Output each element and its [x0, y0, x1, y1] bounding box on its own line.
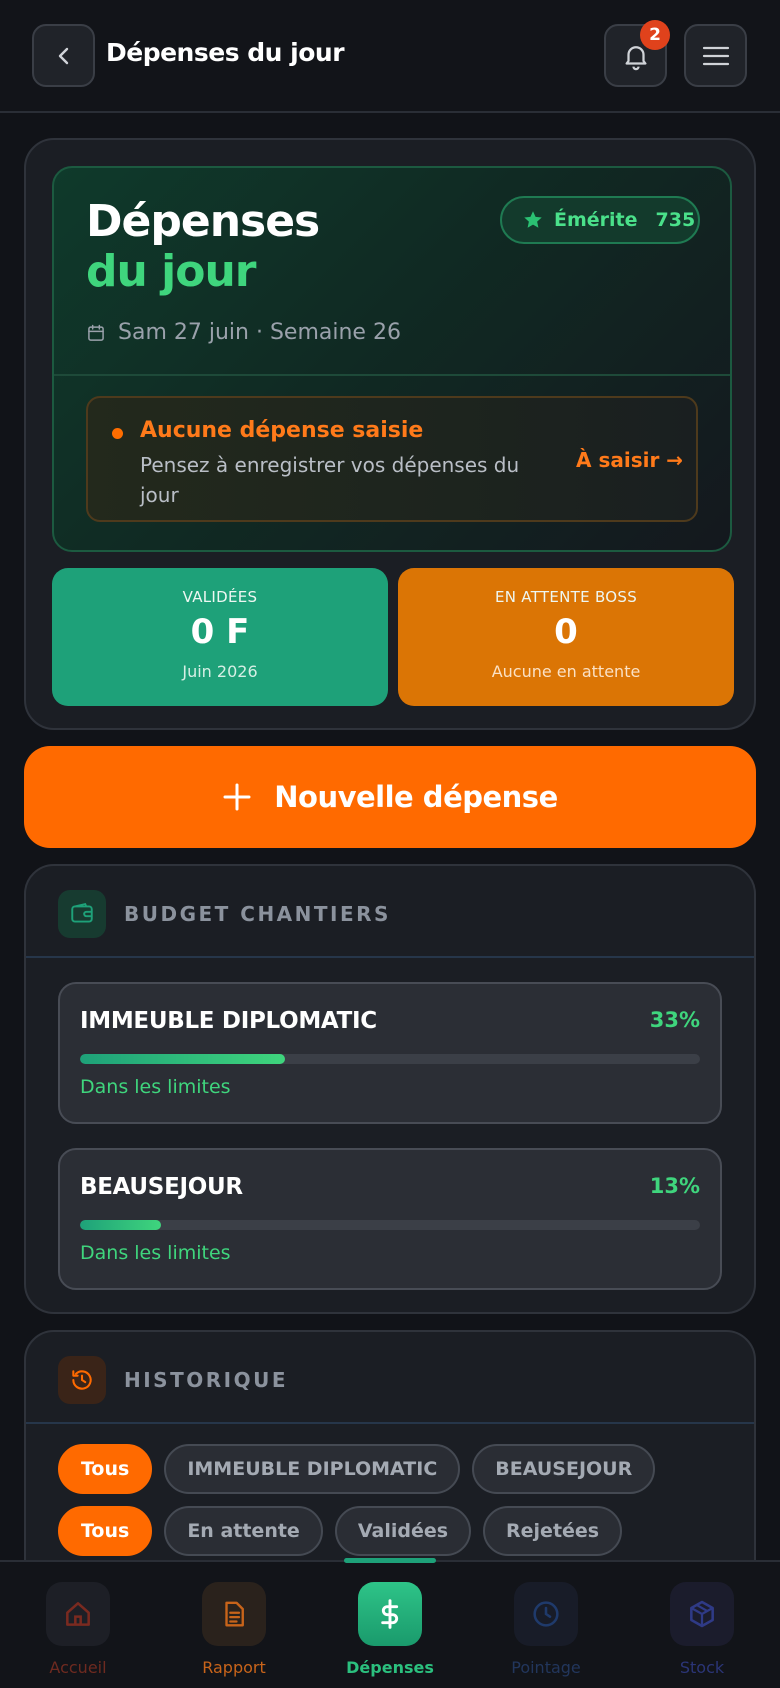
budget-percent: 13% — [649, 1174, 700, 1198]
nav-item-pointage[interactable]: Pointage — [491, 1582, 601, 1677]
filter-chip-site[interactable]: IMMEUBLE DIPLOMATIC — [164, 1444, 461, 1494]
page-title: Dépenses du jour — [106, 38, 345, 67]
box-icon — [670, 1582, 734, 1646]
budget-item[interactable]: BEAUSEJOUR 13% Dans les limites — [58, 1148, 722, 1290]
stat-sub: Aucune en attente — [491, 662, 641, 681]
budget-progress-track — [80, 1054, 700, 1064]
enter-expense-link[interactable]: À saisir → — [576, 448, 683, 472]
nav-label: Stock — [679, 1658, 725, 1677]
filter-chip-rejected[interactable]: Rejetées — [483, 1506, 623, 1556]
top-bar: Dépenses du jour 2 — [0, 0, 780, 113]
alert-text: Pensez à enregistrer vos dépenses du jou… — [140, 453, 520, 507]
filter-chip-all-sites[interactable]: Tous — [58, 1444, 153, 1494]
filter-chip-pending[interactable]: En attente — [164, 1506, 323, 1556]
budget-item[interactable]: IMMEUBLE DIPLOMATIC 33% Dans les limites — [58, 982, 722, 1124]
budget-status: Dans les limites — [80, 1076, 231, 1098]
hamburger-icon — [702, 46, 729, 65]
merit-score: 735 — [655, 209, 696, 231]
alert-title: Aucune dépense saisie — [140, 418, 424, 443]
merit-badge: Émérite 735 — [500, 196, 700, 244]
site-name: BEAUSEJOUR — [80, 1174, 243, 1200]
budget-status: Dans les limites — [80, 1242, 231, 1264]
pending-stat: EN ATTENTE BOSS 0 Aucune en attente — [398, 568, 734, 706]
site-name: IMMEUBLE DIPLOMATIC — [80, 1008, 377, 1034]
stat-sub: Juin 2026 — [182, 662, 258, 681]
nav-item-accueil[interactable]: Accueil — [23, 1582, 133, 1677]
nav-item-depenses[interactable]: Dépenses — [335, 1582, 445, 1677]
back-button[interactable] — [32, 24, 95, 87]
history-icon — [58, 1356, 106, 1404]
stat-value: 0 — [554, 612, 578, 652]
dollar-icon — [358, 1582, 422, 1646]
budget-percent: 33% — [649, 1008, 700, 1032]
new-expense-button[interactable]: Nouvelle dépense — [24, 746, 756, 848]
stat-label: EN ATTENTE BOSS — [494, 588, 638, 606]
nav-item-stock[interactable]: Stock — [647, 1582, 757, 1677]
nav-item-rapport[interactable]: Rapport — [179, 1582, 289, 1677]
hero-title-line2: du jour — [86, 246, 256, 297]
nav-label: Dépenses — [346, 1658, 434, 1677]
budget-progress-fill — [80, 1220, 161, 1230]
menu-button[interactable] — [684, 24, 747, 87]
filter-chip-all-status[interactable]: Tous — [58, 1506, 153, 1556]
date-text: Sam 27 juin · Semaine 26 — [118, 320, 401, 345]
bottom-nav: Accueil Rapport Dépenses Pointage Stock — [0, 1558, 780, 1688]
stat-value: 0 F — [190, 612, 250, 652]
history-header: HISTORIQUE — [26, 1332, 754, 1424]
divider — [54, 374, 730, 376]
date-line: Sam 27 juin · Semaine 26 — [86, 320, 401, 345]
summary-card: Dépenses du jour Émérite 735 Sam 27 juin… — [24, 138, 756, 730]
budget-section: BUDGET CHANTIERS IMMEUBLE DIPLOMATIC 33%… — [24, 864, 756, 1314]
alert-dot — [112, 428, 123, 439]
budget-title: BUDGET CHANTIERS — [124, 902, 391, 926]
notification-badge: 2 — [640, 20, 670, 50]
budget-progress-fill — [80, 1054, 285, 1064]
hero-title-line1: Dépenses — [86, 196, 320, 247]
star-icon — [524, 211, 542, 228]
budget-header: BUDGET CHANTIERS — [26, 866, 754, 958]
active-tab-indicator — [344, 1558, 436, 1563]
validated-stat: VALIDÉES 0 F Juin 2026 — [52, 568, 388, 706]
site-filter-row: Tous IMMEUBLE DIPLOMATIC BEAUSEJOUR — [58, 1444, 656, 1494]
calendar-icon — [88, 324, 104, 341]
clock-icon — [514, 1582, 578, 1646]
new-expense-label: Nouvelle dépense — [274, 780, 558, 814]
merit-label: Émérite — [554, 209, 638, 231]
nav-label: Pointage — [511, 1658, 581, 1677]
filter-chip-site[interactable]: BEAUSEJOUR — [472, 1444, 656, 1494]
wallet-icon — [58, 890, 106, 938]
plus-icon — [223, 783, 251, 811]
nav-label: Accueil — [49, 1658, 107, 1677]
history-title: HISTORIQUE — [124, 1368, 288, 1392]
document-icon — [202, 1582, 266, 1646]
no-expense-alert[interactable]: Aucune dépense saisie Pensez à enregistr… — [86, 396, 698, 522]
home-icon — [46, 1582, 110, 1646]
stat-label: VALIDÉES — [182, 588, 258, 606]
hero-panel: Dépenses du jour Émérite 735 Sam 27 juin… — [52, 166, 732, 552]
chevron-left-icon — [58, 47, 68, 64]
budget-progress-track — [80, 1220, 700, 1230]
nav-label: Rapport — [202, 1658, 266, 1677]
filter-chip-validated[interactable]: Validées — [334, 1506, 472, 1556]
status-filter-row: Tous En attente Validées Rejetées — [58, 1506, 623, 1556]
